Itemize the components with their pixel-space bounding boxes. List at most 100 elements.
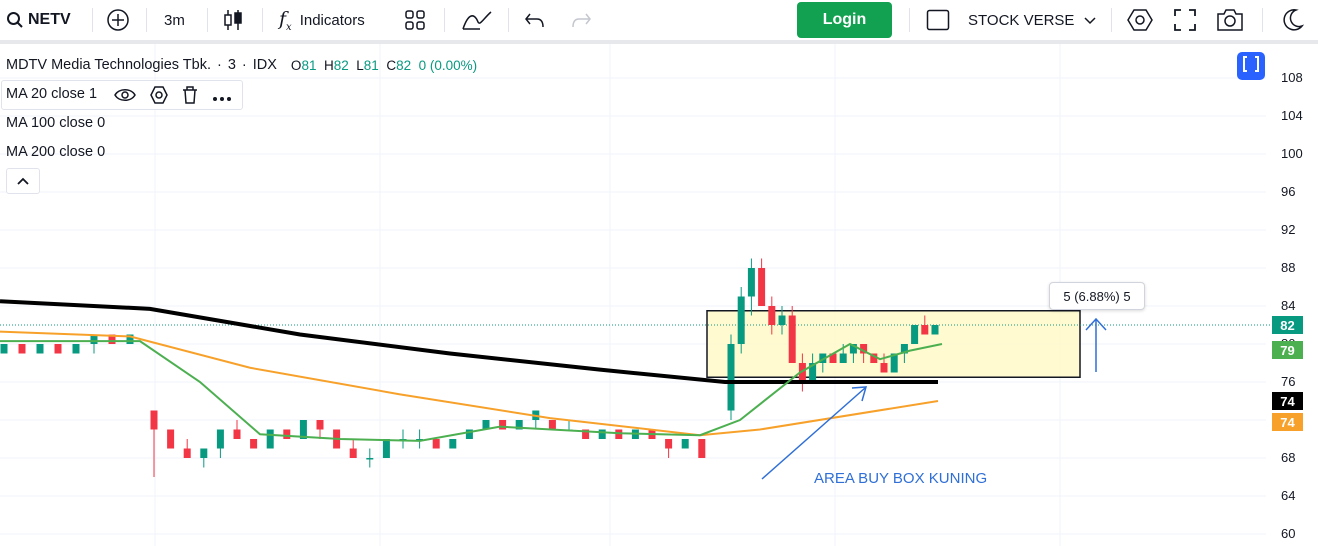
ma200-value-badge: 74 [1272,392,1303,410]
drawing-button[interactable] [460,0,494,40]
eye-icon[interactable] [114,87,136,108]
candle-body [839,353,847,363]
camera-icon [1216,8,1244,32]
settings-icon[interactable] [150,86,168,109]
candle-body [233,429,241,439]
candle-body [499,420,507,430]
candle-body [250,439,258,449]
candle-body [880,363,888,373]
search-icon [6,11,24,29]
symbol-search[interactable]: NETV [6,0,71,40]
buy-area-arrow[interactable] [761,386,868,480]
square-icon [926,9,950,31]
object-tree-button[interactable] [1237,52,1265,80]
price-tick-label: 96 [1281,184,1296,199]
symbol-name: MDTV Media Technologies Tbk. [6,57,211,73]
price-tick-label: 108 [1281,70,1303,85]
redo-icon [570,10,592,30]
candle-body [266,429,274,449]
candle-body [449,439,457,449]
theme-toggle-button[interactable] [1280,0,1304,40]
candle-body [921,325,929,335]
candle-body [911,325,919,344]
undo-button[interactable] [524,0,546,40]
ma100-legend[interactable]: MA 100 close 0 [6,115,105,131]
object-tree-icon [1243,55,1259,77]
theme-moon-icon [1280,8,1304,32]
candle-body [727,344,735,411]
candle-body [54,344,62,354]
indicators-button[interactable]: fx Indicators [279,0,365,40]
snapshot-button[interactable] [1216,0,1244,40]
candle-body [758,268,766,306]
candle-body [737,296,745,344]
price-tick-label: 100 [1281,146,1303,161]
candle-body [183,448,191,458]
chevron-up-icon [17,172,29,190]
collapse-legend-button[interactable] [6,168,40,194]
price-tick-label: 92 [1281,222,1296,237]
price-tick-label: 76 [1281,374,1296,389]
more-icon[interactable] [212,89,232,107]
candle-body [931,325,939,335]
candle-body [366,458,374,460]
add-symbol-button[interactable] [106,0,130,40]
add-symbol-icon [106,8,130,32]
candle-body [681,439,689,449]
candle-body [316,420,324,430]
candle-body [167,429,175,449]
trash-icon[interactable] [182,86,198,109]
candle-body [283,429,291,439]
chevron-down-icon [1084,12,1096,29]
layout-name: STOCK VERSE [968,11,1075,29]
login-button[interactable]: Login [797,2,892,38]
ma100-value-badge: 74 [1272,413,1303,431]
price-tick-label: 104 [1281,108,1303,123]
price-tick-label: 60 [1281,526,1296,541]
legend-interval: 3 [227,57,236,73]
candle-body [72,344,80,354]
candle-body [548,420,556,430]
candle-body [216,429,224,449]
measure-tooltip: 5 (6.88%) 5 [1049,282,1145,310]
candle-body [432,439,440,449]
indicators-label: Indicators [299,11,365,29]
candle-body [349,448,357,458]
layout-select-checkbox[interactable] [926,0,950,40]
candle-body [698,439,706,458]
templates-icon [404,9,426,31]
undo-icon [524,10,546,30]
price-tick-label: 64 [1281,488,1296,503]
buy-area-annotation[interactable]: AREA BUY BOX KUNING [814,470,987,487]
candle-body [747,268,755,297]
fx-icon: fx [279,7,292,33]
symbol-legend: MDTV Media Technologies Tbk. · 3 · IDX O… [6,57,477,73]
measure-arrow[interactable] [1085,317,1107,372]
candle-body [150,410,158,430]
candle-body [382,439,390,458]
redo-button[interactable] [570,0,592,40]
fullscreen-icon [1174,9,1196,31]
ohlc-values: O81 H82 L81 C82 0 (0.00%) [290,57,478,73]
legend-separator: · [216,57,222,73]
ma20-legend[interactable]: MA 20 close 1 [6,86,97,102]
ma20-value-badge: 79 [1272,341,1303,359]
candle-body [18,344,26,354]
price-tick-label: 68 [1281,450,1296,465]
candle-body [200,448,208,458]
templates-button[interactable] [404,0,426,40]
chart-type-button[interactable] [222,0,244,40]
symbol-label: NETV [28,11,71,28]
interval-button[interactable]: 3m [164,0,185,40]
last-price-badge: 82 [1272,316,1303,334]
candle-body [788,315,796,363]
ma20-legend-actions [114,86,232,109]
settings-button[interactable] [1127,0,1153,40]
candle-body [598,429,606,439]
candle-body [665,439,673,449]
candle-body [36,344,44,354]
candle-body [768,306,776,325]
fullscreen-button[interactable] [1174,0,1196,40]
ma200-legend[interactable]: MA 200 close 0 [6,144,105,160]
layout-name-dropdown[interactable]: STOCK VERSE [968,0,1096,40]
